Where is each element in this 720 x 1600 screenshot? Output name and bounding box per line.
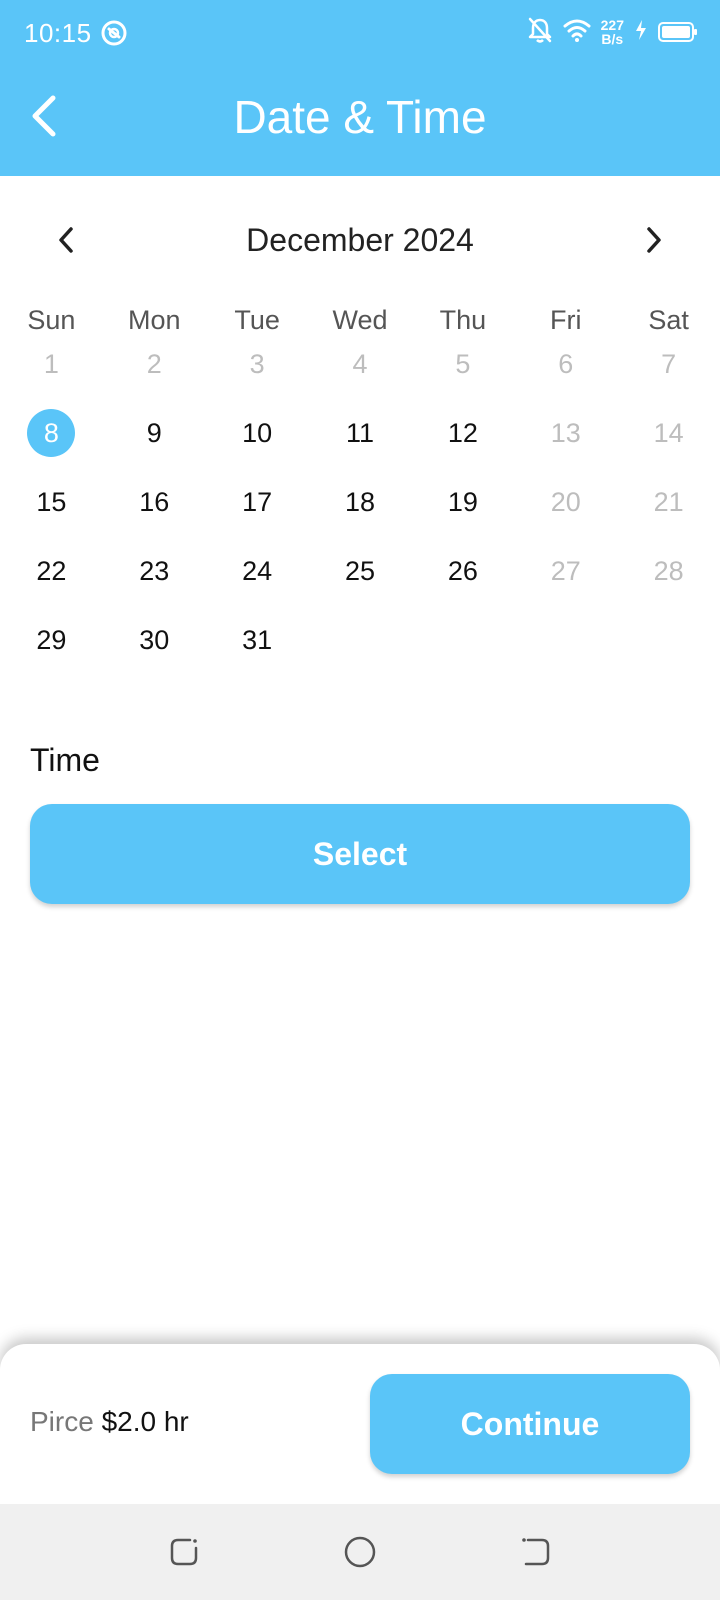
calendar-day: 20 xyxy=(550,486,581,517)
bottom-sheet: Pirce $2.0 hr Continue xyxy=(0,1344,720,1504)
calendar-day: 4 xyxy=(352,348,368,379)
price-value: $2.0 hr xyxy=(101,1406,189,1437)
selected-day-marker: 8 xyxy=(27,409,76,457)
calendar-day[interactable]: 23 xyxy=(103,541,206,601)
calendar-day: 7 xyxy=(661,348,677,379)
calendar-week-row: 29 30 31 xyxy=(0,610,720,670)
home-circle-icon xyxy=(344,1536,376,1568)
month-label: December 2024 xyxy=(246,222,474,258)
calendar-day[interactable]: 31 xyxy=(206,610,309,670)
app-header: Date & Time xyxy=(0,66,720,176)
calendar-day-selected[interactable]: 8 xyxy=(0,403,103,463)
calendar-day[interactable]: 25 xyxy=(309,541,412,601)
calendar-day[interactable]: 29 xyxy=(0,610,103,670)
price-label: Pirce xyxy=(30,1406,94,1437)
calendar-day[interactable]: 12 xyxy=(411,403,514,463)
calendar-week-row: 8 9 10 11 12 13 14 xyxy=(0,403,720,463)
battery-icon xyxy=(658,22,697,42)
calendar-day[interactable]: 22 xyxy=(0,541,103,601)
select-time-button[interactable]: Select xyxy=(30,804,690,904)
calendar-day: 13 xyxy=(550,417,581,448)
calendar-day[interactable]: 17 xyxy=(206,472,309,532)
calendar-day: 14 xyxy=(653,417,684,448)
calendar-day[interactable]: 30 xyxy=(103,610,206,670)
calendar-day: 28 xyxy=(653,555,684,586)
calendar-week-row: 1 2 3 4 5 6 7 xyxy=(0,334,720,394)
status-bar: 10:15 227 B/s xyxy=(0,0,720,66)
chevron-right-icon xyxy=(647,227,661,253)
back-gesture-icon xyxy=(522,1538,550,1566)
wifi-icon xyxy=(563,18,591,47)
calendar-day: 21 xyxy=(653,486,684,517)
back-system-button[interactable] xyxy=(518,1534,554,1570)
calendar-day[interactable]: 9 xyxy=(103,403,206,463)
status-icons: 227 B/s xyxy=(527,16,697,49)
calendar-day: 1 xyxy=(43,348,59,379)
calendar-week-row: 22 23 24 25 26 27 28 xyxy=(0,541,720,601)
recent-apps-icon xyxy=(170,1538,198,1566)
home-button[interactable] xyxy=(342,1534,378,1570)
system-navigation-bar xyxy=(0,1504,720,1600)
bell-off-icon xyxy=(527,16,553,49)
price-display: Pirce $2.0 hr xyxy=(30,1406,189,1438)
sync-icon xyxy=(100,19,128,47)
continue-button[interactable]: Continue xyxy=(370,1374,690,1474)
calendar-day: 27 xyxy=(550,555,581,586)
recent-apps-button[interactable] xyxy=(166,1534,202,1570)
next-month-button[interactable] xyxy=(634,220,674,260)
calendar-day: 3 xyxy=(249,348,265,379)
calendar-day[interactable]: 15 xyxy=(0,472,103,532)
calendar-day[interactable]: 11 xyxy=(309,403,412,463)
time-section-label: Time xyxy=(30,742,100,778)
calendar-day[interactable]: 16 xyxy=(103,472,206,532)
calendar-day: 6 xyxy=(558,348,574,379)
calendar-week-row: 15 16 17 18 19 20 21 xyxy=(0,472,720,532)
network-speed-unit: B/s xyxy=(601,31,624,47)
calendar-day[interactable]: 24 xyxy=(206,541,309,601)
calendar-day[interactable]: 18 xyxy=(309,472,412,532)
app-root: 10:15 227 B/s Date & Time December 2024 … xyxy=(0,0,720,1600)
calendar-day: 2 xyxy=(146,348,162,379)
calendar-day: 5 xyxy=(455,348,471,379)
charging-icon xyxy=(634,19,648,46)
calendar-navigation: December 2024 xyxy=(0,210,720,270)
calendar-day[interactable]: 10 xyxy=(206,403,309,463)
calendar-day[interactable]: 19 xyxy=(411,472,514,532)
network-speed: 227 B/s xyxy=(601,18,624,46)
page-title: Date & Time xyxy=(233,91,487,143)
calendar-day[interactable]: 26 xyxy=(411,541,514,601)
status-time: 10:15 xyxy=(24,18,92,48)
